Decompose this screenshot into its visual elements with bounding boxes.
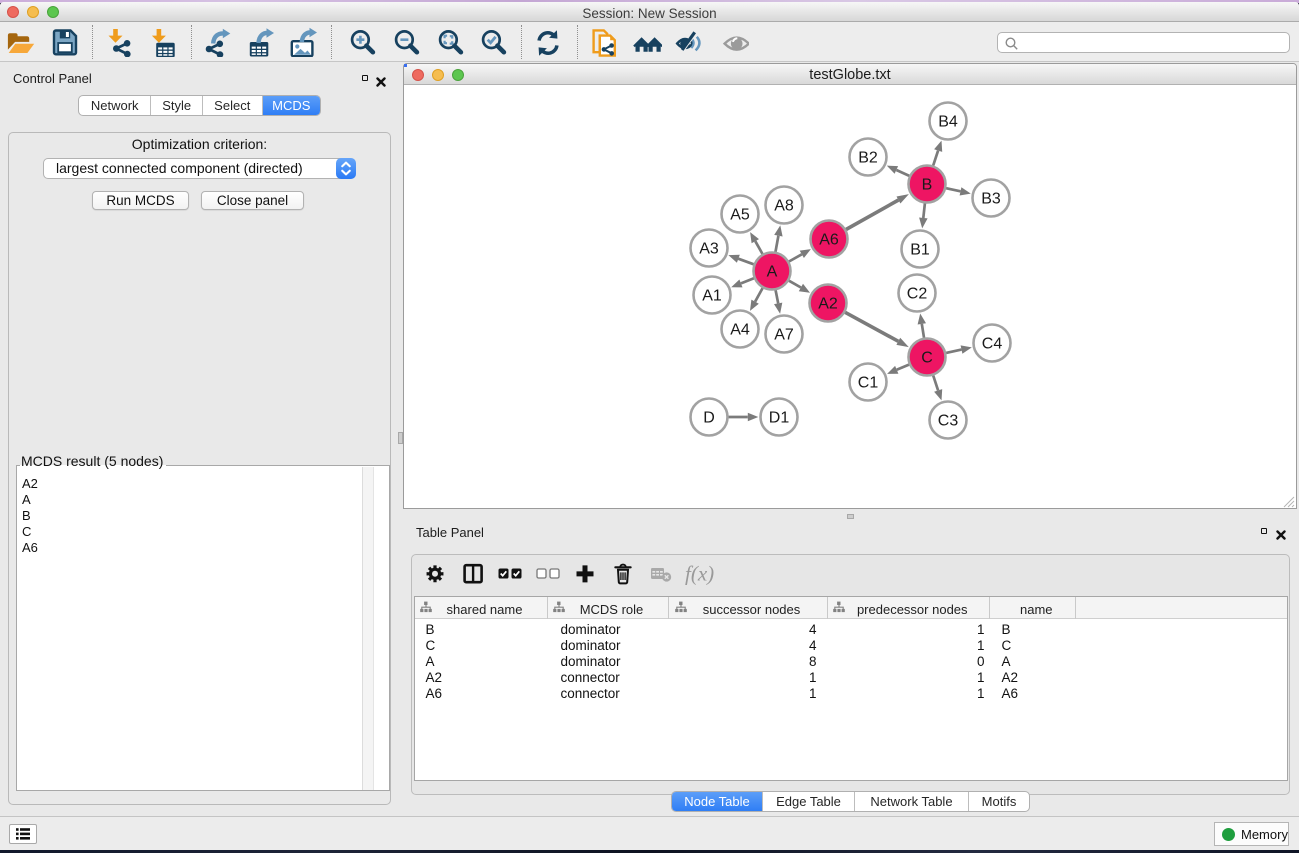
svg-text:C2: C2 [907,286,928,303]
svg-text:A: A [767,264,778,281]
svg-text:B4: B4 [938,114,958,131]
svg-text:A8: A8 [774,198,794,215]
svg-text:B3: B3 [981,191,1001,208]
svg-text:A6: A6 [819,232,839,249]
svg-text:B: B [922,177,933,194]
svg-text:C4: C4 [982,336,1003,353]
svg-text:A7: A7 [774,327,794,344]
svg-text:D: D [703,410,715,427]
svg-text:C: C [921,350,933,367]
svg-text:B2: B2 [858,150,878,167]
svg-text:C1: C1 [858,375,879,392]
svg-text:A1: A1 [702,288,722,305]
svg-text:A2: A2 [818,296,838,313]
svg-text:f(x): f(x) [685,562,714,586]
svg-text:B1: B1 [910,242,930,259]
svg-text:A4: A4 [730,322,750,339]
svg-text:A3: A3 [699,241,719,258]
svg-text:C3: C3 [938,413,959,430]
svg-text:A5: A5 [730,207,750,224]
svg-text:D1: D1 [769,410,790,427]
